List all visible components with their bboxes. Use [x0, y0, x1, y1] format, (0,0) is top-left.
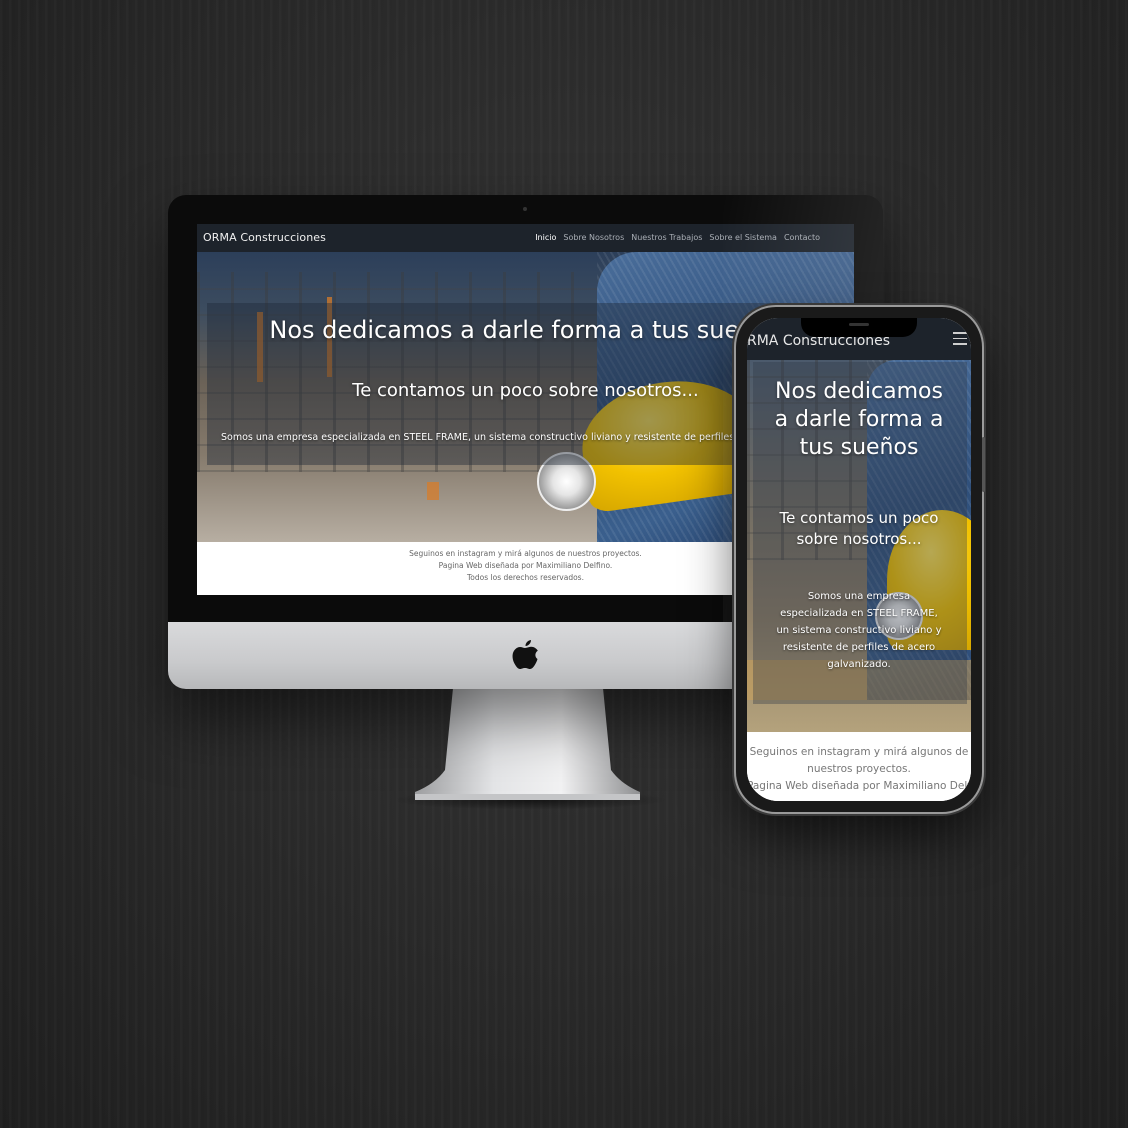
mobile-footer-credit-text: Pagina Web diseñada por Maximiliano Delf…: [747, 780, 971, 792]
mobile-subheadline-line: sobre nosotros...: [796, 530, 922, 548]
desktop-navbar: ORMA Construcciones Inicio Sobre Nosotro…: [197, 224, 854, 252]
mobile-footer-instagram-text[interactable]: Seguinos en instagram y mirá algunos de: [747, 744, 971, 761]
mobile-hero-section: Nos dedicamos a darle forma a tus sueños…: [747, 360, 971, 732]
hamburger-icon[interactable]: [953, 332, 967, 346]
phone-speaker: [849, 323, 869, 326]
mobile-hero-headline: Nos dedicamos a darle forma a tus sueños: [757, 378, 961, 462]
mobile-screen: RMA Construcciones Nos dedicamos a darle…: [747, 318, 971, 801]
mobile-subheadline-line: Te contamos un poco: [779, 509, 939, 527]
apple-logo-icon: [512, 640, 538, 669]
nav-links: Inicio Sobre Nosotros Nuestros Trabajos …: [535, 233, 820, 242]
mobile-hero-subheadline: Te contamos un poco sobre nosotros...: [757, 508, 961, 550]
mobile-paragraph-line: galvanizado.: [827, 659, 891, 670]
camera-dot: [523, 207, 527, 211]
nav-link-inicio[interactable]: Inicio: [535, 233, 556, 242]
mobile-footer-projects-text[interactable]: nuestros proyectos.: [747, 761, 971, 778]
mobile-hero-paragraph: Somos una empresa especializada en STEEL…: [759, 588, 959, 673]
nav-link-nuestros-trabajos[interactable]: Nuestros Trabajos: [631, 233, 702, 242]
hero-image-detail: [427, 482, 439, 500]
phone-notch: [801, 318, 917, 337]
nav-link-sobre-el-sistema[interactable]: Sobre el Sistema: [709, 233, 777, 242]
smartphone: RMA Construcciones Nos dedicamos a darle…: [736, 307, 985, 812]
mobile-footer: Seguinos en instagram y mirá algunos de …: [747, 732, 971, 801]
hero-paragraph: Somos una empresa especializada en STEEL…: [221, 432, 750, 443]
mobile-paragraph-line: un sistema constructivo liviano y: [776, 625, 942, 636]
nav-link-sobre-nosotros[interactable]: Sobre Nosotros: [563, 233, 624, 242]
mobile-headline-line: Nos dedicamos: [775, 379, 943, 404]
brand-logo-text[interactable]: ORMA Construcciones: [203, 231, 326, 244]
mobile-headline-line: a darle forma a: [774, 407, 944, 432]
imac-stand: [415, 688, 640, 800]
phone-side-button: [982, 437, 985, 492]
mobile-paragraph-line: Somos una empresa: [807, 591, 911, 602]
mobile-paragraph-line: resistente de perfiles de acero: [782, 642, 936, 653]
nav-link-contacto[interactable]: Contacto: [784, 233, 820, 242]
mobile-paragraph-line: especializada en STEEL FRAME,: [780, 608, 938, 619]
mobile-headline-line: tus sueños: [799, 435, 919, 460]
